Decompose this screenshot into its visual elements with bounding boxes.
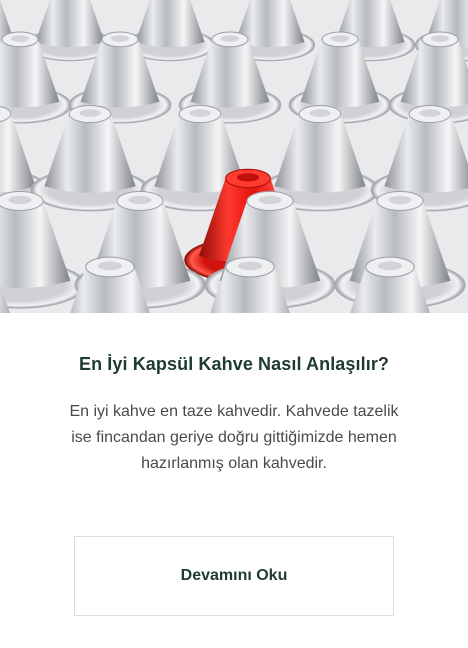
article-title: En İyi Kapsül Kahve Nasıl Anlaşılır? (78, 354, 390, 374)
description-line: hazırlanmış olan kahvedir. (141, 455, 327, 472)
article-description: En iyi kahve en taze kahvedir. Kahvede t… (40, 399, 428, 477)
hero-image[interactable] (0, 0, 468, 313)
capsules-illustration (0, 0, 468, 313)
description-line: En iyi kahve en taze kahvedir. Kahvede t… (69, 403, 399, 420)
read-more-button[interactable]: Devamını Oku (74, 536, 394, 616)
description-line: ise fincandan geriye doğru gittiğimizde … (71, 429, 397, 446)
article-card: En İyi Kapsül Kahve Nasıl Anlaşılır? En … (0, 0, 468, 648)
